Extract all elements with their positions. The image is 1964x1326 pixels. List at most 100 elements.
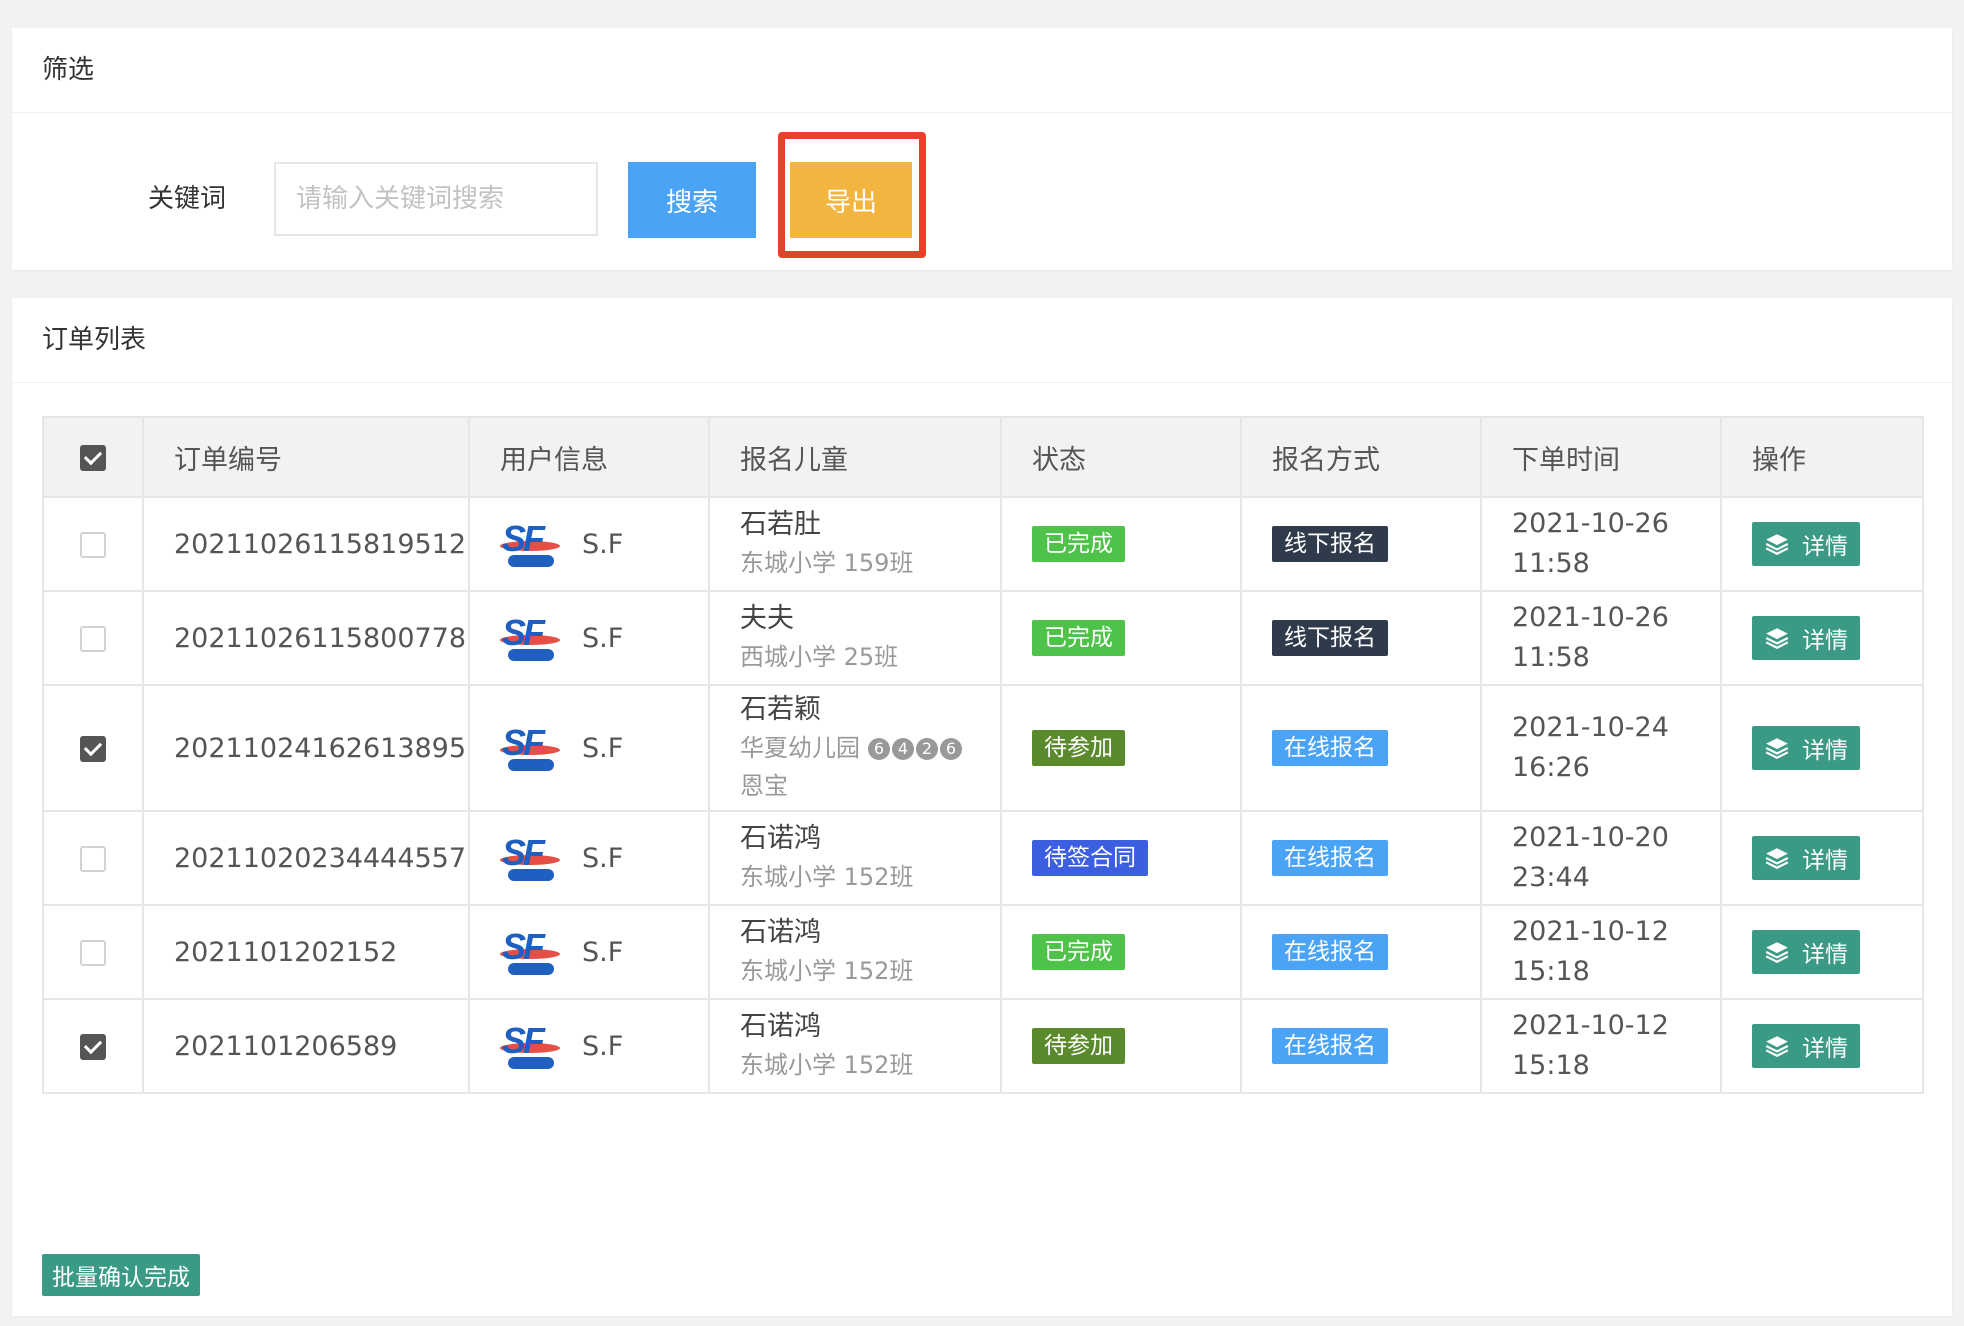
layers-icon (1765, 534, 1789, 555)
row-select-cell (42, 684, 144, 812)
sf-logo-icon: SF (500, 519, 562, 569)
order-number: 20211026115800778 (142, 590, 470, 686)
order-number: 2021101206589 (142, 998, 470, 1094)
user-name: S.F (582, 936, 624, 968)
table-row: 20211026115819512 SF S.F 石若肚 东城小学 159班 已… (42, 496, 1924, 592)
row-select-cell (42, 810, 144, 906)
child-school-text: 东城小学 152班 (740, 957, 914, 985)
action-cell: 详情 (1720, 496, 1924, 592)
order-time: 11:58 (1512, 642, 1590, 673)
child-school: 东城小学 159班 (740, 544, 970, 582)
detail-button[interactable]: 详情 (1752, 930, 1860, 974)
order-date: 2021-10-26 (1512, 602, 1669, 633)
order-time: 11:58 (1512, 548, 1590, 579)
row-select-cell (42, 590, 144, 686)
column-header-time: 下单时间 (1480, 416, 1722, 498)
detail-label: 详情 (1802, 738, 1848, 764)
keyword-label: 关键词 (148, 184, 227, 214)
user-info-cell: SF S.F (468, 904, 710, 1000)
method-cell: 在线报名 (1240, 810, 1482, 906)
detail-button[interactable]: 详情 (1752, 616, 1860, 660)
row-checkbox[interactable] (80, 736, 106, 762)
child-name: 石诺鸿 (740, 1011, 821, 1042)
user-name: S.F (582, 622, 624, 654)
row-checkbox[interactable] (80, 626, 106, 652)
child-name: 石诺鸿 (740, 917, 821, 948)
status-cell: 待参加 (1000, 998, 1242, 1094)
sf-logo-icon: SF (500, 833, 562, 883)
row-select-cell (42, 904, 144, 1000)
select-all-checkbox[interactable] (80, 445, 106, 471)
order-number: 20211020234444557 (142, 810, 470, 906)
child-school-extra: 恩宝 (740, 772, 788, 800)
row-checkbox[interactable] (80, 1034, 106, 1060)
signup-method-badge: 在线报名 (1272, 840, 1388, 876)
detail-button[interactable]: 详情 (1752, 522, 1860, 566)
detail-button[interactable]: 详情 (1752, 836, 1860, 880)
filter-panel: 筛选 关键词 搜索 导出 (12, 28, 1952, 270)
method-cell: 在线报名 (1240, 998, 1482, 1094)
status-cell: 已完成 (1000, 496, 1242, 592)
row-checkbox[interactable] (80, 940, 106, 966)
action-cell: 详情 (1720, 904, 1924, 1000)
child-school: 西城小学 25班 (740, 638, 970, 676)
status-cell: 已完成 (1000, 904, 1242, 1000)
user-name: S.F (582, 1030, 624, 1062)
export-button[interactable]: 导出 (790, 162, 912, 238)
user-info-cell: SF S.F (468, 684, 710, 812)
signup-method-badge: 在线报名 (1272, 730, 1388, 766)
child-cell: 石诺鸿 东城小学 152班 (708, 904, 1002, 1000)
order-date: 2021-10-26 (1512, 508, 1669, 539)
row-checkbox[interactable] (80, 532, 106, 558)
user-name: S.F (582, 842, 624, 874)
child-cell: 石若肚 东城小学 159班 (708, 496, 1002, 592)
search-button[interactable]: 搜索 (628, 162, 756, 238)
table-row: 2021101202152 SF S.F 石诺鸿 东城小学 152班 已完成 在… (42, 904, 1924, 1000)
status-badge: 待参加 (1032, 1028, 1125, 1064)
sf-logo-icon: SF (500, 613, 562, 663)
table-row: 20211024162613895 SF S.F 石若颖 华夏幼儿园 6 4 2 6 恩… (42, 684, 1924, 812)
column-header-order-no: 订单编号 (142, 416, 470, 498)
sf-logo-icon: SF (500, 927, 562, 977)
status-badge: 已完成 (1032, 934, 1125, 970)
order-time-cell: 2021-10-26 11:58 (1480, 496, 1722, 592)
user-info-cell: SF S.F (468, 590, 710, 686)
order-date: 2021-10-20 (1512, 822, 1669, 853)
child-name: 石若肚 (740, 509, 821, 540)
child-school: 华夏幼儿园 6 4 2 6 (740, 729, 970, 767)
layers-icon (1765, 738, 1789, 759)
user-info-cell: SF S.F (468, 998, 710, 1094)
child-name: 夫夫 (740, 603, 794, 634)
detail-button[interactable]: 详情 (1752, 726, 1860, 770)
action-cell: 详情 (1720, 684, 1924, 812)
layers-icon (1765, 628, 1789, 649)
child-school-text: 华夏幼儿园 (740, 734, 860, 762)
order-time: 15:18 (1512, 956, 1590, 987)
child-name: 石诺鸿 (740, 823, 821, 854)
layers-icon (1765, 848, 1789, 869)
table-row: 2021101206589 SF S.F 石诺鸿 东城小学 152班 待参加 在… (42, 998, 1924, 1094)
method-cell: 线下报名 (1240, 590, 1482, 686)
keyword-search-input[interactable] (274, 162, 598, 236)
order-list-title: 订单列表 (12, 298, 1952, 383)
detail-label: 详情 (1802, 628, 1848, 654)
order-date: 2021-10-12 (1512, 1010, 1669, 1041)
column-header-status: 状态 (1000, 416, 1242, 498)
detail-button[interactable]: 详情 (1752, 1024, 1860, 1068)
batch-confirm-button[interactable]: 批量确认完成 (42, 1254, 200, 1296)
child-school-text: 东城小学 159班 (740, 549, 914, 577)
method-cell: 在线报名 (1240, 684, 1482, 812)
signup-method-badge: 在线报名 (1272, 934, 1388, 970)
child-school: 东城小学 152班 (740, 858, 970, 896)
signup-method-badge: 线下报名 (1272, 526, 1388, 562)
select-all-cell (42, 416, 144, 498)
row-checkbox[interactable] (80, 846, 106, 872)
child-school-number-badge: 6 (868, 738, 890, 760)
status-cell: 待签合同 (1000, 810, 1242, 906)
user-info-cell: SF S.F (468, 810, 710, 906)
detail-label: 详情 (1802, 1036, 1848, 1062)
order-time: 16:26 (1512, 752, 1590, 783)
order-time: 23:44 (1512, 862, 1590, 893)
column-header-user: 用户信息 (468, 416, 710, 498)
signup-method-badge: 线下报名 (1272, 620, 1388, 656)
